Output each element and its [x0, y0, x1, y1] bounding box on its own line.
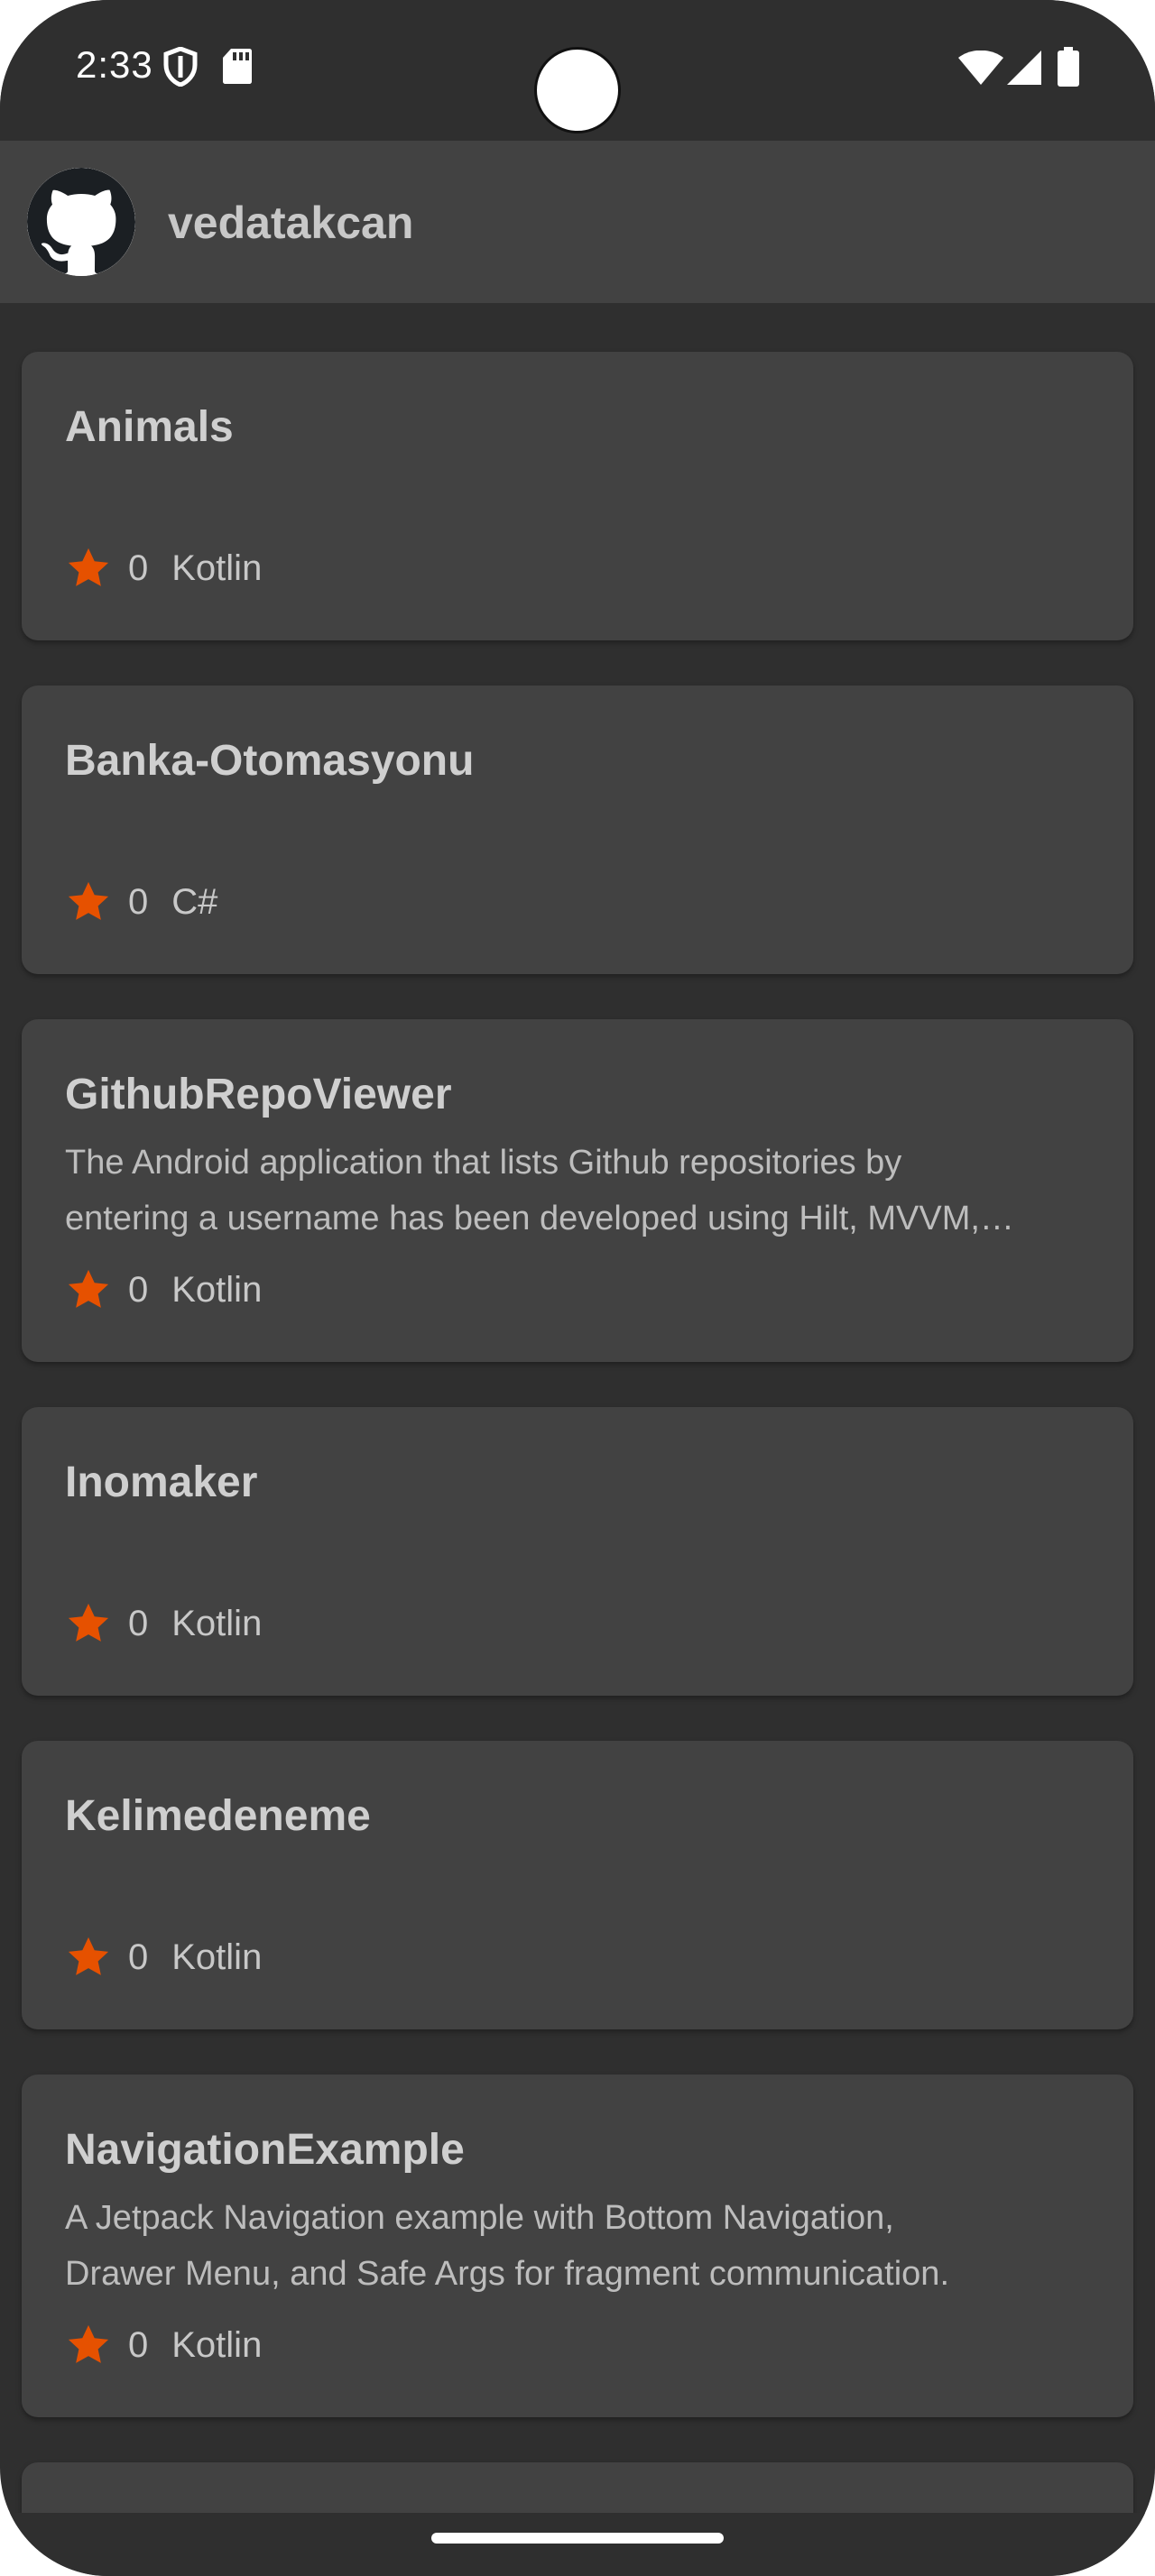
- repo-description-line: entering a username has been developed u…: [65, 1200, 1014, 1237]
- star-icon: [68, 2324, 109, 2363]
- repository-list[interactable]: Animals 0 Kotlin Banka-Otomasyonu 0 C# G…: [0, 303, 1155, 2513]
- star-count: 0: [128, 1269, 149, 1310]
- front-camera: [534, 47, 621, 133]
- repo-card[interactable]: Kelimedeneme 0 Kotlin: [22, 1741, 1133, 2029]
- repo-name: Kelimedeneme: [65, 1792, 371, 1840]
- repo-meta: 0 Kotlin: [65, 1930, 262, 1984]
- star-count: 0: [128, 1603, 149, 1643]
- sd-card-icon: [223, 49, 252, 84]
- shield-icon: [163, 47, 198, 87]
- username-title: vedatakcan: [168, 198, 414, 248]
- repo-name: NavigationExample: [65, 2126, 465, 2174]
- repo-description-line: The Android application that lists Githu…: [65, 1144, 902, 1182]
- home-indicator[interactable]: [431, 2533, 724, 2544]
- repo-meta: 0 Kotlin: [65, 1596, 262, 1651]
- repo-card[interactable]: Banka-Otomasyonu 0 C#: [22, 685, 1133, 974]
- repo-name: Animals: [65, 403, 234, 451]
- star-icon: [68, 1937, 109, 1975]
- repo-card[interactable]: GithubRepoViewer The Android application…: [22, 1019, 1133, 1362]
- phone-screen: 2:33 vedatakcan Animals 0 Kotlin Banka-O…: [0, 0, 1155, 2576]
- status-time: 2:33: [76, 43, 153, 86]
- wifi-icon: [958, 51, 1003, 85]
- repo-meta: 0 Kotlin: [65, 2318, 262, 2372]
- star-count: 0: [128, 547, 149, 588]
- repo-language: Kotlin: [171, 547, 263, 588]
- repo-name: Inomaker: [65, 1458, 258, 1506]
- star-count: 0: [128, 1937, 149, 1977]
- repo-language: Kotlin: [171, 1603, 263, 1643]
- star-count: 0: [128, 881, 149, 922]
- repo-meta: 0 Kotlin: [65, 1263, 262, 1317]
- repo-meta: 0 C#: [65, 875, 217, 929]
- repo-card-partial[interactable]: [22, 2462, 1133, 2513]
- repo-description: A Jetpack Navigation example with Bottom…: [65, 2190, 1094, 2302]
- repo-language: C#: [171, 881, 218, 922]
- repo-description-line: Drawer Menu, and Safe Args for fragment …: [65, 2255, 950, 2293]
- repo-meta: 0 Kotlin: [65, 541, 262, 595]
- repo-name: GithubRepoViewer: [65, 1071, 452, 1118]
- status-bar: 2:33: [0, 0, 1155, 141]
- avatar[interactable]: [27, 168, 135, 276]
- star-icon: [68, 881, 109, 920]
- battery-icon: [1058, 47, 1079, 87]
- cellular-signal-icon: [1007, 51, 1041, 85]
- repo-language: Kotlin: [171, 1269, 263, 1310]
- repo-description-line: A Jetpack Navigation example with Bottom…: [65, 2199, 894, 2237]
- repo-card[interactable]: Animals 0 Kotlin: [22, 352, 1133, 640]
- gesture-nav-bar: [0, 2513, 1155, 2576]
- star-icon: [68, 1603, 109, 1642]
- star-count: 0: [128, 2324, 149, 2365]
- app-bar: vedatakcan: [0, 141, 1155, 303]
- github-octocat-icon: [27, 168, 135, 276]
- repo-language: Kotlin: [171, 1937, 263, 1977]
- star-icon: [68, 1269, 109, 1308]
- repo-card[interactable]: Inomaker 0 Kotlin: [22, 1407, 1133, 1696]
- repo-name: Banka-Otomasyonu: [65, 737, 475, 785]
- repo-description: The Android application that lists Githu…: [65, 1135, 1094, 1247]
- star-icon: [68, 547, 109, 586]
- repo-card[interactable]: NavigationExample A Jetpack Navigation e…: [22, 2075, 1133, 2417]
- repo-language: Kotlin: [171, 2324, 263, 2365]
